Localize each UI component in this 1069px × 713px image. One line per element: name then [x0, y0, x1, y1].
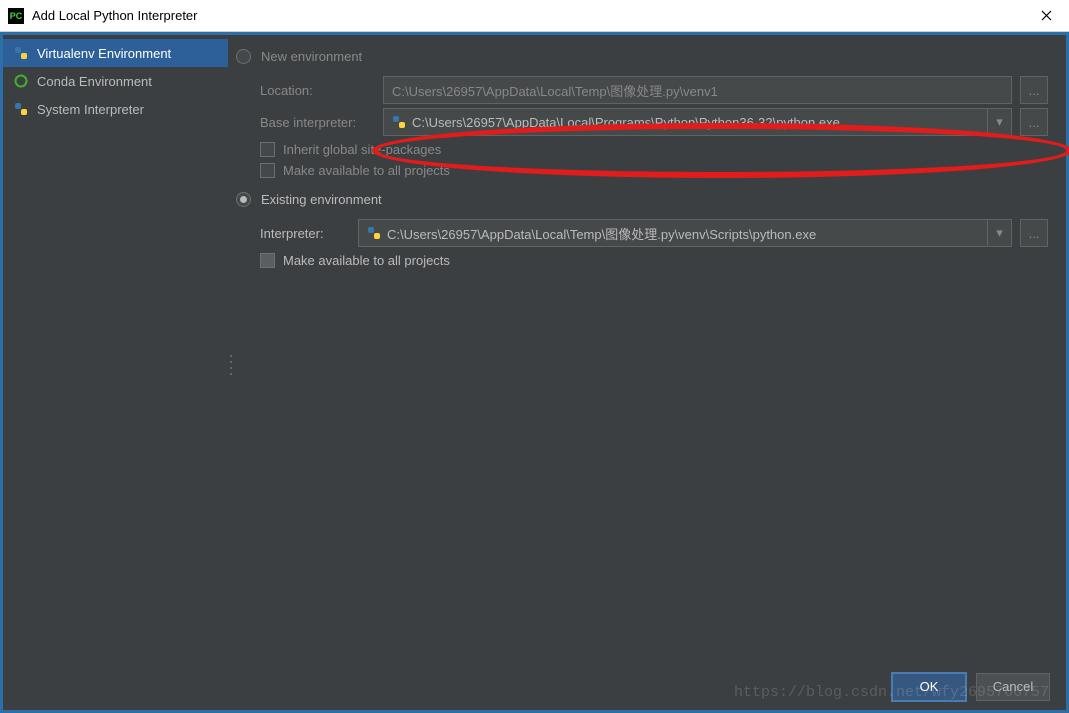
cancel-button-label: Cancel [993, 679, 1033, 694]
sidebar: Virtualenv Environment Conda Environment… [3, 35, 228, 663]
existing-env-radio[interactable] [236, 192, 251, 207]
interpreter-label: Interpreter: [260, 226, 350, 241]
interpreter-dropdown[interactable]: C:\Users\26957\AppData\Local\Temp\图像处理.p… [358, 219, 1012, 247]
python-icon [367, 226, 381, 240]
close-button[interactable] [1023, 0, 1069, 32]
ellipsis-icon: ... [1029, 83, 1040, 98]
ellipsis-icon: ... [1029, 226, 1040, 241]
ok-button[interactable]: OK [892, 673, 966, 701]
splitter-handle[interactable] [230, 355, 234, 375]
chevron-down-icon: ▾ [987, 109, 1011, 135]
new-make-available-label: Make available to all projects [283, 163, 450, 178]
content-panel: New environment Location: C:\Users\26957… [228, 35, 1066, 663]
inherit-checkbox[interactable] [260, 142, 275, 157]
location-row: Location: C:\Users\26957\AppData\Local\T… [260, 76, 1048, 104]
python-icon [13, 101, 29, 117]
ellipsis-icon: ... [1029, 115, 1040, 130]
cancel-button[interactable]: Cancel [976, 673, 1050, 701]
ok-button-label: OK [920, 679, 939, 694]
interpreter-row: Interpreter: C:\Users\26957\AppData\Loca… [260, 219, 1048, 247]
existing-make-available-label: Make available to all projects [283, 253, 450, 268]
existing-env-radio-label: Existing environment [261, 192, 382, 207]
base-interpreter-row: Base interpreter: C:\Users\26957\AppData… [260, 108, 1048, 136]
existing-make-available-checkbox-row: Make available to all projects [260, 253, 1048, 268]
location-label: Location: [260, 83, 375, 98]
inherit-checkbox-label: Inherit global site-packages [283, 142, 441, 157]
sidebar-item-conda[interactable]: Conda Environment [3, 67, 228, 95]
new-env-radio-label: New environment [261, 49, 362, 64]
location-input[interactable]: C:\Users\26957\AppData\Local\Temp\图像处理.p… [383, 76, 1012, 104]
new-make-available-checkbox[interactable] [260, 163, 275, 178]
base-interpreter-value: C:\Users\26957\AppData\Local\Programs\Py… [412, 115, 981, 130]
main-area: Virtualenv Environment Conda Environment… [0, 32, 1069, 663]
sidebar-item-label: Conda Environment [37, 74, 152, 89]
new-env-radio-row: New environment [236, 45, 1048, 72]
location-browse-button[interactable]: ... [1020, 76, 1048, 104]
interpreter-value: C:\Users\26957\AppData\Local\Temp\图像处理.p… [387, 224, 981, 243]
close-icon [1041, 10, 1052, 21]
python-icon [392, 115, 406, 129]
chevron-down-icon: ▾ [987, 220, 1011, 246]
dialog-footer: OK Cancel [0, 663, 1069, 713]
titlebar: PC Add Local Python Interpreter [0, 0, 1069, 32]
window-title: Add Local Python Interpreter [32, 8, 1023, 23]
existing-env-radio-row: Existing environment [236, 188, 1048, 215]
sidebar-item-system[interactable]: System Interpreter [3, 95, 228, 123]
sidebar-item-label: System Interpreter [37, 102, 144, 117]
sidebar-item-virtualenv[interactable]: Virtualenv Environment [3, 39, 228, 67]
pycharm-icon: PC [8, 8, 24, 24]
existing-make-available-checkbox[interactable] [260, 253, 275, 268]
base-interpreter-browse-button[interactable]: ... [1020, 108, 1048, 136]
new-make-available-checkbox-row: Make available to all projects [260, 163, 1048, 178]
conda-icon [13, 73, 29, 89]
base-interpreter-label: Base interpreter: [260, 115, 375, 130]
python-icon [13, 45, 29, 61]
interpreter-browse-button[interactable]: ... [1020, 219, 1048, 247]
sidebar-item-label: Virtualenv Environment [37, 46, 171, 61]
new-env-radio[interactable] [236, 49, 251, 64]
base-interpreter-dropdown[interactable]: C:\Users\26957\AppData\Local\Programs\Py… [383, 108, 1012, 136]
inherit-checkbox-row: Inherit global site-packages [260, 142, 1048, 157]
location-value: C:\Users\26957\AppData\Local\Temp\图像处理.p… [392, 81, 718, 100]
